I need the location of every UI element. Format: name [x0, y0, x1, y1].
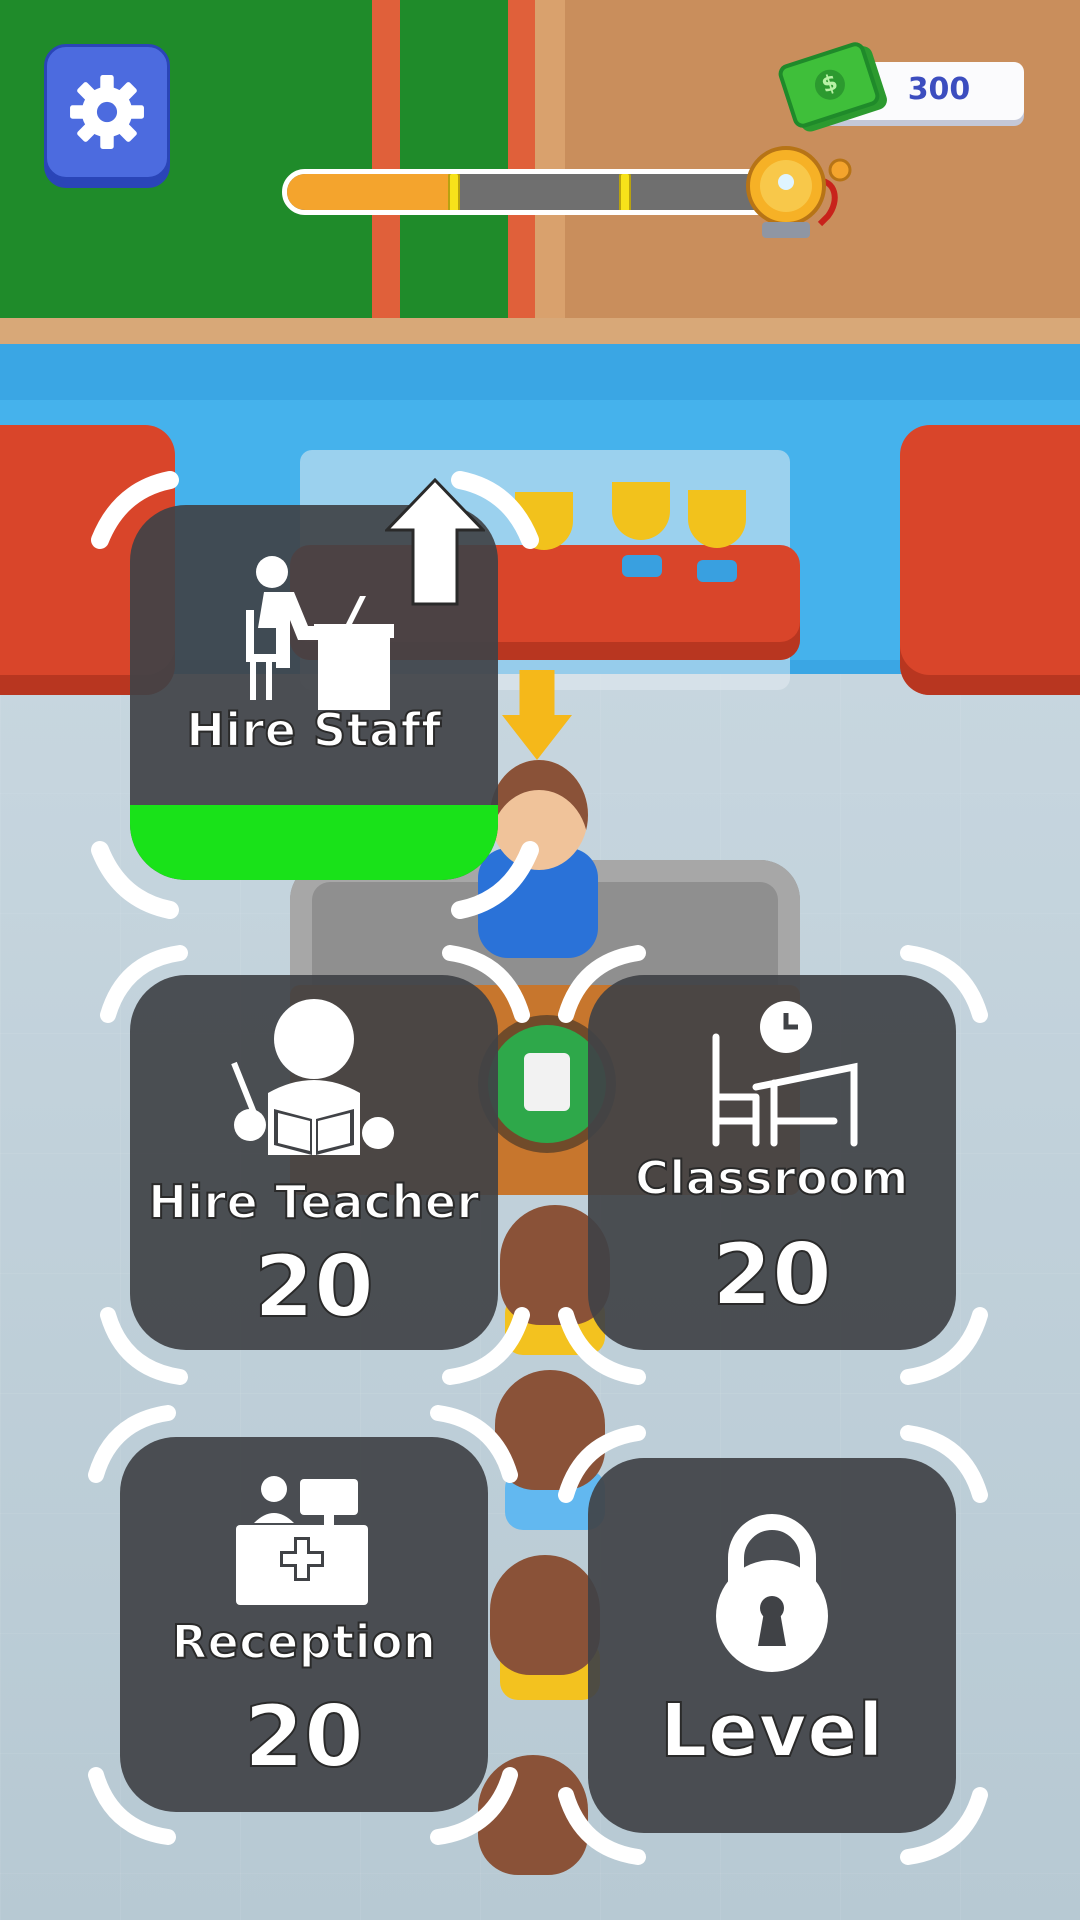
manager-head: [490, 760, 588, 870]
classroom-label: Classroom: [634, 1150, 909, 1206]
trophy: [515, 492, 573, 550]
reception-cost: 20: [243, 1686, 365, 1788]
trophy-base: [697, 560, 737, 582]
trophy: [612, 482, 670, 540]
wood-band: [535, 0, 565, 320]
reception-card[interactable]: Reception 20: [120, 1437, 488, 1812]
teacher-reading-icon: [231, 999, 394, 1155]
cash-value: 300: [907, 72, 971, 107]
level-progress-bar: [282, 169, 782, 215]
trophy-base: [622, 555, 662, 577]
up-arrow-icon: [385, 478, 485, 606]
student-head: [478, 1755, 588, 1875]
hire-staff-progress-fill: [130, 805, 498, 880]
desk-and-clock-icon: [712, 1001, 858, 1147]
dollar-symbol: $: [811, 65, 849, 104]
wall-ledge: [0, 318, 1080, 344]
lawn-stripe: [372, 0, 400, 320]
lock-icon: [716, 1514, 828, 1672]
gear-icon: [70, 75, 144, 149]
hire-teacher-cost: 20: [253, 1236, 375, 1338]
level-label: Level: [659, 1687, 884, 1775]
progress-fill: [287, 174, 454, 210]
hire-teacher-card[interactable]: Hire Teacher 20: [130, 975, 498, 1350]
settings-button[interactable]: [44, 44, 170, 180]
lawn-stripe: [508, 0, 536, 320]
classroom-card[interactable]: Classroom 20: [588, 975, 956, 1350]
school-bell-icon: [746, 146, 852, 238]
staff-at-desk-icon: [246, 556, 394, 710]
right-sofa: [900, 425, 1080, 695]
progress-marker: [619, 174, 632, 210]
student-head: [490, 1555, 600, 1675]
level-card[interactable]: Level: [588, 1458, 956, 1833]
hire-teacher-label: Hire Teacher: [147, 1174, 480, 1230]
hire-staff-label: Hire Staff: [185, 702, 442, 758]
student-head: [495, 1370, 605, 1490]
classroom-cost: 20: [711, 1224, 833, 1326]
progress-marker: [447, 174, 460, 210]
reception-label: Reception: [171, 1614, 437, 1670]
reception-desk-icon: [236, 1476, 368, 1605]
trophy: [688, 490, 746, 548]
